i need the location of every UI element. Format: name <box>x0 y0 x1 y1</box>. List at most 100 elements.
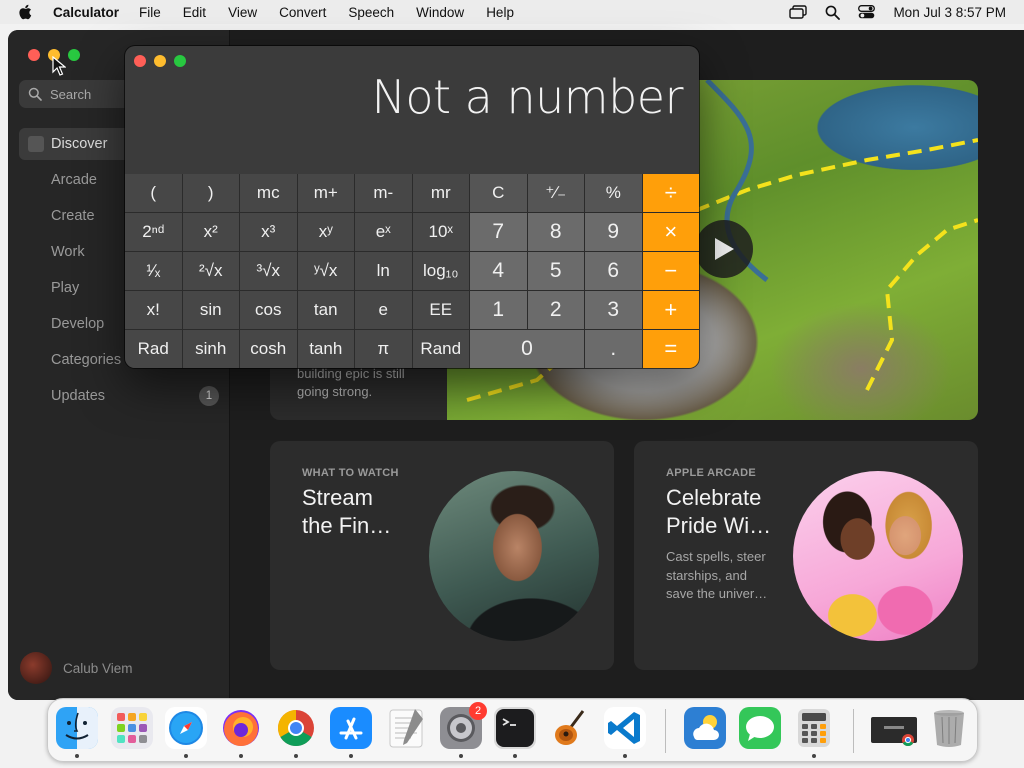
close-button[interactable] <box>28 49 40 61</box>
dock-messages[interactable] <box>739 707 781 749</box>
sidebar-item-label: Discover <box>51 136 108 152</box>
key-ln[interactable]: ln <box>355 252 412 290</box>
key-ten-power[interactable]: 10ˣ <box>412 213 469 251</box>
dock-launchpad[interactable] <box>111 707 153 749</box>
key-second-function[interactable]: 2ⁿᵈ <box>125 213 182 251</box>
apple-menu-icon[interactable] <box>18 4 36 20</box>
key-exp[interactable]: eˣ <box>355 213 412 251</box>
menu-file[interactable]: File <box>139 5 161 20</box>
updates-count-badge: 1 <box>199 386 219 406</box>
dock-minimized-window[interactable] <box>870 707 920 749</box>
dock-finder[interactable] <box>56 707 98 758</box>
dock-app-store[interactable] <box>330 707 372 758</box>
dock-separator <box>853 709 854 753</box>
key-8[interactable]: 8 <box>527 213 584 251</box>
key-subtract[interactable]: − <box>642 252 699 290</box>
key-1[interactable]: 1 <box>470 291 527 329</box>
key-decimal[interactable]: . <box>585 330 642 368</box>
key-square-root[interactable]: ²√x <box>182 252 239 290</box>
dock-chrome[interactable] <box>275 707 317 758</box>
key-sinh[interactable]: sinh <box>182 330 239 368</box>
key-cube[interactable]: x³ <box>240 213 297 251</box>
pride-illustration-image <box>793 471 963 641</box>
key-equals[interactable]: = <box>642 330 699 368</box>
sidebar-item-label: Updates <box>51 388 106 404</box>
key-pi[interactable]: π <box>355 330 412 368</box>
key-4[interactable]: 4 <box>470 252 527 290</box>
key-divide[interactable]: ÷ <box>642 174 699 212</box>
menu-clock[interactable]: Mon Jul 3 8:57 PM <box>893 5 1006 20</box>
dock-garageband[interactable] <box>549 707 591 749</box>
key-memory-add[interactable]: m+ <box>297 174 354 212</box>
account-button[interactable]: Calub Viem <box>20 652 133 684</box>
key-9[interactable]: 9 <box>585 213 642 251</box>
dock-firefox[interactable] <box>220 707 262 758</box>
key-5[interactable]: 5 <box>527 252 584 290</box>
spotlight-search-icon[interactable] <box>825 5 841 20</box>
key-power[interactable]: xʸ <box>297 213 354 251</box>
key-6[interactable]: 6 <box>585 252 642 290</box>
sidebar-item-updates[interactable]: Updates 1 <box>19 380 219 412</box>
key-nth-root[interactable]: ʸ√x <box>297 252 354 290</box>
play-video-button[interactable] <box>695 220 753 278</box>
key-memory-clear[interactable]: mc <box>240 174 297 212</box>
key-percent[interactable]: % <box>585 174 642 212</box>
key-3[interactable]: 3 <box>585 291 642 329</box>
key-tan[interactable]: tan <box>297 291 354 329</box>
key-sin[interactable]: sin <box>182 291 239 329</box>
calculator-zoom-button[interactable] <box>174 55 186 67</box>
key-cube-root[interactable]: ³√x <box>240 252 297 290</box>
menu-window[interactable]: Window <box>416 5 464 20</box>
menu-view[interactable]: View <box>228 5 257 20</box>
key-open-paren[interactable]: ( <box>125 174 182 212</box>
sidebar-item-label: Play <box>51 280 80 296</box>
calculator-minimize-button[interactable] <box>154 55 166 67</box>
menu-edit[interactable]: Edit <box>183 5 206 20</box>
dock-textedit[interactable] <box>385 707 427 749</box>
key-reciprocal[interactable]: ¹∕ₓ <box>125 252 182 290</box>
calculator-close-button[interactable] <box>134 55 146 67</box>
key-e[interactable]: e <box>355 291 412 329</box>
zoom-button[interactable] <box>68 49 80 61</box>
key-cosh[interactable]: cosh <box>240 330 297 368</box>
key-memory-recall[interactable]: mr <box>412 174 469 212</box>
story-card-apple-arcade[interactable]: APPLE ARCADE Celebrate Pride Wi… Cast sp… <box>634 441 978 670</box>
menu-app-name[interactable]: Calculator <box>53 5 119 20</box>
key-clear[interactable]: C <box>470 174 527 212</box>
menu-help[interactable]: Help <box>486 5 514 20</box>
running-indicator <box>459 754 463 758</box>
key-rand[interactable]: Rand <box>412 330 469 368</box>
dock-safari[interactable] <box>165 707 207 758</box>
key-tanh[interactable]: tanh <box>297 330 354 368</box>
card-title: Stream the Fin… <box>302 484 422 540</box>
key-close-paren[interactable]: ) <box>182 174 239 212</box>
story-card-what-to-watch[interactable]: WHAT TO WATCH Stream the Fin… <box>270 441 614 670</box>
sidebar-item-label: Develop <box>51 316 105 332</box>
key-cos[interactable]: cos <box>240 291 297 329</box>
key-ee[interactable]: EE <box>412 291 469 329</box>
dock-system-settings[interactable]: 2 <box>440 702 487 758</box>
dock-trash[interactable] <box>928 707 970 749</box>
key-2[interactable]: 2 <box>527 291 584 329</box>
key-rad[interactable]: Rad <box>125 330 182 368</box>
mouse-cursor-icon <box>52 56 66 76</box>
key-log10[interactable]: log₁₀ <box>412 252 469 290</box>
key-factorial[interactable]: x! <box>125 291 182 329</box>
dock-weather[interactable] <box>684 707 726 749</box>
menu-speech[interactable]: Speech <box>348 5 394 20</box>
control-center-icon[interactable] <box>858 5 876 19</box>
key-multiply[interactable]: × <box>642 213 699 251</box>
key-0[interactable]: 0 <box>470 330 584 368</box>
dock-terminal[interactable] <box>494 707 536 758</box>
dock-calculator[interactable] <box>793 707 835 758</box>
dock-vscode[interactable] <box>604 707 646 758</box>
menu-convert[interactable]: Convert <box>279 5 326 20</box>
app-store-icon <box>330 707 372 749</box>
key-memory-subtract[interactable]: m- <box>355 174 412 212</box>
key-square[interactable]: x² <box>182 213 239 251</box>
screen-mirroring-icon[interactable] <box>789 5 808 19</box>
key-7[interactable]: 7 <box>470 213 527 251</box>
running-indicator <box>513 754 517 758</box>
key-plus-minus[interactable]: ⁺∕₋ <box>527 174 584 212</box>
key-add[interactable]: + <box>642 291 699 329</box>
